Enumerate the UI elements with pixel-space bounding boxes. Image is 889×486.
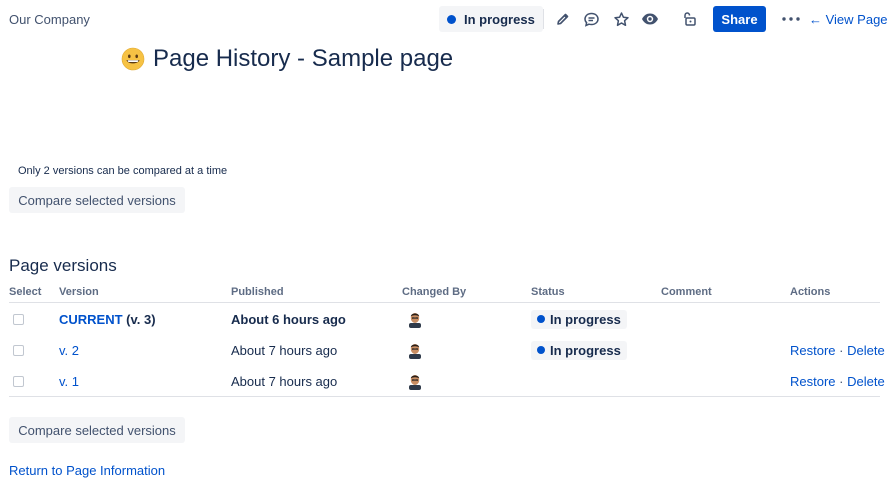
watch-icon[interactable] — [639, 8, 661, 30]
page-title: Page History - Sample page — [153, 45, 454, 72]
action-separator: · — [835, 342, 848, 358]
avatar[interactable] — [407, 310, 423, 328]
table-row: v. 2 About 7 hours ago In progress Resto… — [0, 335, 889, 365]
column-header-actions: Actions — [790, 286, 831, 298]
view-page-link[interactable]: ← View Page — [809, 12, 888, 27]
table-row: CURRENT (v. 3) About 6 hours ago In prog… — [0, 304, 889, 334]
breadcrumb-space[interactable]: Our Company — [9, 12, 90, 27]
more-icon[interactable] — [781, 8, 801, 30]
delete-link[interactable]: Delete — [847, 343, 885, 358]
page-status-button[interactable]: In progress — [439, 6, 543, 32]
status-lozenge: In progress — [531, 309, 627, 329]
status-dot-icon — [537, 315, 545, 323]
column-header-comment: Comment — [661, 286, 712, 298]
compare-versions-button-top[interactable]: Compare selected versions — [9, 187, 185, 213]
divider — [543, 9, 544, 29]
published-time: About 7 hours ago — [231, 342, 338, 358]
avatar[interactable] — [407, 372, 423, 390]
comment-icon[interactable] — [580, 8, 602, 30]
top-bar: Our Company In progress Share ← View Pag… — [0, 0, 889, 38]
select-checkbox[interactable] — [13, 313, 24, 325]
column-header-published: Published — [231, 286, 284, 298]
page-versions-heading: Page versions — [9, 256, 117, 275]
action-separator: · — [835, 373, 848, 389]
page-status-label: In progress — [464, 11, 535, 27]
share-button[interactable]: Share — [713, 6, 766, 32]
column-header-status: Status — [531, 286, 565, 298]
status-dot-icon — [537, 346, 545, 354]
select-checkbox[interactable] — [13, 375, 24, 387]
status-label: In progress — [550, 311, 621, 327]
compare-versions-button-bottom[interactable]: Compare selected versions — [9, 417, 185, 443]
version-link[interactable]: CURRENT — [59, 312, 123, 327]
column-header-changed-by: Changed By — [402, 286, 467, 298]
version-link[interactable]: v. 1 — [59, 374, 79, 389]
edit-icon[interactable] — [552, 8, 574, 30]
table-bottom-divider — [9, 396, 880, 397]
table-row: v. 1 About 7 hours ago Restore · Delete — [0, 366, 889, 396]
page-title-area: Page History - Sample page — [121, 45, 453, 73]
version-number: (v. 3) — [122, 311, 156, 327]
restrictions-icon[interactable] — [678, 8, 700, 30]
status-lozenge: In progress — [531, 340, 627, 360]
column-header-version: Version — [59, 286, 99, 298]
version-link[interactable]: v. 2 — [59, 343, 79, 358]
published-time: About 6 hours ago — [231, 311, 346, 327]
star-icon[interactable] — [610, 8, 632, 30]
return-to-page-information-link[interactable]: Return to Page Information — [9, 463, 165, 478]
restore-link[interactable]: Restore — [790, 343, 836, 358]
avatar[interactable] — [407, 341, 423, 359]
published-time: About 7 hours ago — [231, 373, 338, 389]
delete-link[interactable]: Delete — [847, 374, 885, 389]
grinning-face-emoji-icon — [121, 47, 145, 71]
column-header-select: Select — [9, 286, 42, 298]
table-header-divider — [9, 302, 880, 303]
status-dot-icon — [447, 14, 456, 24]
restore-link[interactable]: Restore — [790, 374, 836, 389]
status-label: In progress — [550, 342, 621, 358]
select-checkbox[interactable] — [13, 344, 24, 356]
compare-note: Only 2 versions can be compared at a tim… — [18, 165, 228, 177]
